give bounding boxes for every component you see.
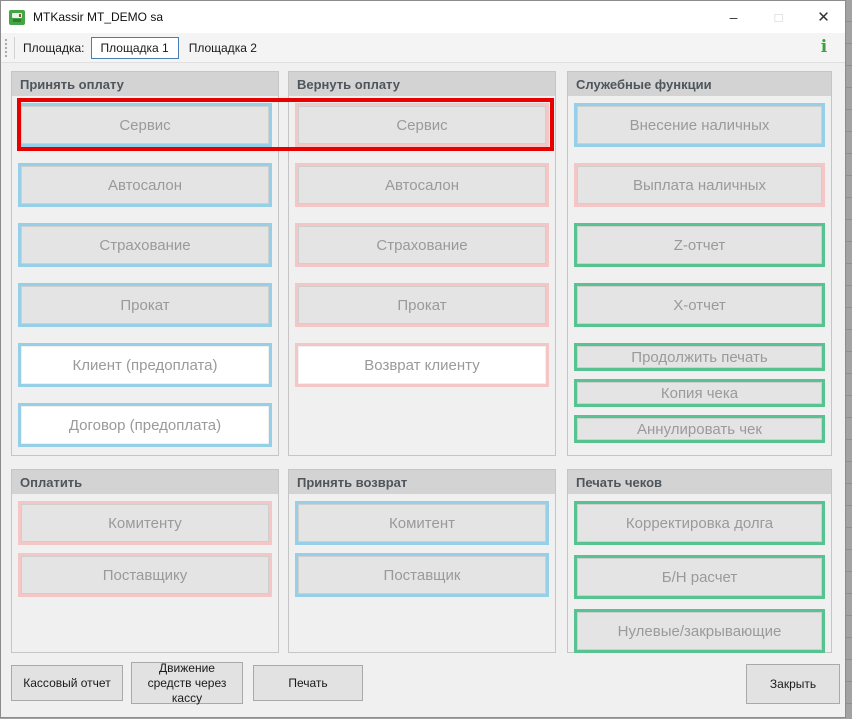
window-controls: – □ ✕ bbox=[704, 1, 839, 33]
desktop-background: MTKassir MT_DEMO sa – □ ✕ Площадка: Площ… bbox=[0, 0, 852, 719]
cashless-settlement-button[interactable]: Б/Н расчет bbox=[574, 555, 825, 599]
info-icon[interactable]: i bbox=[817, 37, 831, 57]
app-icon bbox=[9, 9, 26, 26]
group-title: Принять возврат bbox=[289, 470, 555, 494]
group-title: Принять оплату bbox=[12, 72, 278, 96]
toolbar: Площадка: Площадка 1 Площадка 2 i bbox=[1, 33, 845, 63]
group-service-functions: Служебные функции Внесение наличных Выпл… bbox=[567, 71, 832, 456]
group-title: Служебные функции bbox=[568, 72, 831, 96]
toolbar-separator bbox=[14, 37, 15, 59]
group-accept-return: Принять возврат Комитент Поставщик bbox=[288, 469, 556, 653]
group-refund-payment: Вернуть оплату Сервис Автосалон Страхова… bbox=[288, 71, 556, 456]
group-title: Вернуть оплату bbox=[289, 72, 555, 96]
accept-service-button[interactable]: Сервис bbox=[18, 103, 272, 147]
pay-supplier-button[interactable]: Поставщику bbox=[18, 553, 272, 597]
close-icon[interactable]: ✕ bbox=[808, 4, 839, 30]
group-title: Оплатить bbox=[12, 470, 278, 494]
continue-printing-button[interactable]: Продолжить печать bbox=[574, 343, 825, 371]
toolbar-grip-handle[interactable] bbox=[4, 38, 8, 58]
return-committent-button[interactable]: Комитент bbox=[295, 501, 549, 545]
refund-to-client-button[interactable]: Возврат клиенту bbox=[295, 343, 549, 387]
void-receipt-button[interactable]: Аннулировать чек bbox=[574, 415, 825, 443]
print-button[interactable]: Печать bbox=[253, 665, 363, 701]
debt-correction-button[interactable]: Корректировка долга bbox=[574, 501, 825, 545]
refund-rental-button[interactable]: Прокат bbox=[295, 283, 549, 327]
site-label: Площадка: bbox=[23, 41, 85, 55]
tab-ploshchadka-1[interactable]: Площадка 1 bbox=[91, 37, 179, 59]
tab-ploshchadka-2[interactable]: Площадка 2 bbox=[179, 37, 267, 59]
close-button[interactable]: Закрыть bbox=[746, 664, 840, 704]
x-report-button[interactable]: X-отчет bbox=[574, 283, 825, 327]
zero-closing-receipts-button[interactable]: Нулевые/закрывающие bbox=[574, 609, 825, 653]
accept-contract-prepayment-button[interactable]: Договор (предоплата) bbox=[18, 403, 272, 447]
accept-rental-button[interactable]: Прокат bbox=[18, 283, 272, 327]
title-bar: MTKassir MT_DEMO sa – □ ✕ bbox=[1, 1, 845, 33]
maximize-icon: □ bbox=[763, 4, 794, 30]
group-title: Печать чеков bbox=[568, 470, 831, 494]
group-accept-payment: Принять оплату Сервис Автосалон Страхова… bbox=[11, 71, 279, 456]
z-report-button[interactable]: Z-отчет bbox=[574, 223, 825, 267]
cash-report-button[interactable]: Кассовый отчет bbox=[11, 665, 123, 701]
cash-deposit-button[interactable]: Внесение наличных bbox=[574, 103, 825, 147]
refund-insurance-button[interactable]: Страхование bbox=[295, 223, 549, 267]
app-window: MTKassir MT_DEMO sa – □ ✕ Площадка: Площ… bbox=[0, 0, 846, 718]
refund-autosalon-button[interactable]: Автосалон bbox=[295, 163, 549, 207]
accept-client-prepayment-button[interactable]: Клиент (предоплата) bbox=[18, 343, 272, 387]
return-supplier-button[interactable]: Поставщик bbox=[295, 553, 549, 597]
accept-insurance-button[interactable]: Страхование bbox=[18, 223, 272, 267]
refund-service-button[interactable]: Сервис bbox=[295, 103, 549, 147]
minimize-icon[interactable]: – bbox=[718, 4, 749, 30]
accept-autosalon-button[interactable]: Автосалон bbox=[18, 163, 272, 207]
group-print-receipts: Печать чеков Корректировка долга Б/Н рас… bbox=[567, 469, 832, 653]
window-title: MTKassir MT_DEMO sa bbox=[33, 10, 163, 24]
cash-flow-button[interactable]: Движение средств через кассу bbox=[131, 662, 243, 704]
cash-payout-button[interactable]: Выплата наличных bbox=[574, 163, 825, 207]
group-pay: Оплатить Комитенту Поставщику bbox=[11, 469, 279, 653]
pay-committent-button[interactable]: Комитенту bbox=[18, 501, 272, 545]
receipt-copy-button[interactable]: Копия чека bbox=[574, 379, 825, 407]
